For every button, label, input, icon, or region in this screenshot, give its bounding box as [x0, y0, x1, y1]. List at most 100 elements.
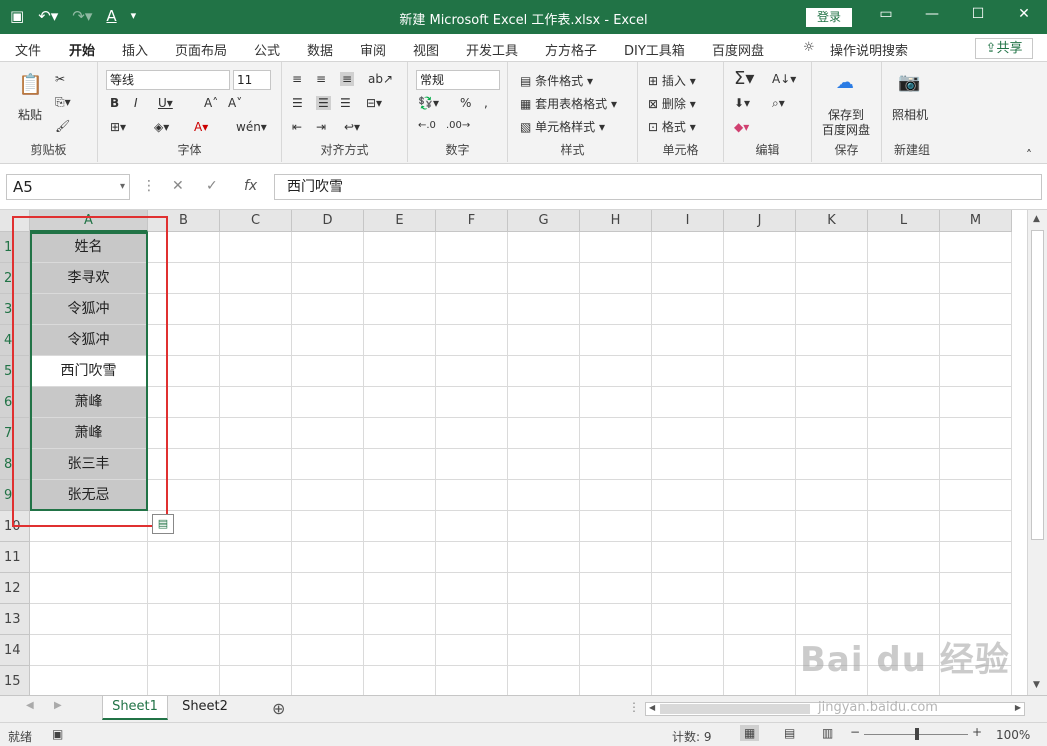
prev-sheet-icon[interactable]: ◀	[26, 700, 34, 711]
cell-c2[interactable]	[220, 263, 292, 294]
cell-h5[interactable]	[580, 356, 652, 387]
cell-i4[interactable]	[652, 325, 724, 356]
cell-c6[interactable]	[220, 387, 292, 418]
formula-input[interactable]: 西门吹雪	[274, 174, 1042, 200]
cell-f6[interactable]	[436, 387, 508, 418]
number-format-select[interactable]: 常规	[416, 70, 500, 90]
find-select-icon[interactable]: ⌕▾	[772, 96, 785, 111]
cell-g2[interactable]	[508, 263, 580, 294]
hscroll-thumb[interactable]	[660, 704, 810, 714]
cell-styles-button[interactable]: ▧ 单元格样式 ▾	[520, 118, 605, 135]
cell-l12[interactable]	[868, 573, 940, 604]
tab-formulas[interactable]: 公式	[254, 40, 280, 59]
cell-h7[interactable]	[580, 418, 652, 449]
align-middle-icon[interactable]: ≡	[316, 72, 326, 86]
cell-d9[interactable]	[292, 480, 364, 511]
normal-view-icon[interactable]: ▦	[740, 725, 760, 741]
tab-page-layout[interactable]: 页面布局	[175, 40, 227, 59]
cell-b13[interactable]	[148, 604, 220, 635]
align-bottom-icon[interactable]: ≡	[340, 72, 355, 86]
cell-h11[interactable]	[580, 542, 652, 573]
cell-f4[interactable]	[436, 325, 508, 356]
align-right-icon[interactable]: ☰	[340, 96, 351, 110]
bold-icon[interactable]: B	[110, 96, 119, 110]
cell-m6[interactable]	[940, 387, 1012, 418]
cell-d3[interactable]	[292, 294, 364, 325]
cell-c14[interactable]	[220, 635, 292, 666]
vertical-scrollbar[interactable]: ▲ ▼	[1027, 210, 1047, 695]
cell-i5[interactable]	[652, 356, 724, 387]
cell-i6[interactable]	[652, 387, 724, 418]
cell-g13[interactable]	[508, 604, 580, 635]
cell-l9[interactable]	[868, 480, 940, 511]
cell-f11[interactable]	[436, 542, 508, 573]
ribbon-display-icon[interactable]: ▭	[876, 6, 896, 22]
enter-icon[interactable]: ✓	[206, 178, 218, 194]
cell-e15[interactable]	[364, 666, 436, 695]
cell-a15[interactable]	[30, 666, 148, 695]
cell-j3[interactable]	[724, 294, 796, 325]
cell-i14[interactable]	[652, 635, 724, 666]
close-icon[interactable]: ✕	[1014, 6, 1034, 22]
cell-j7[interactable]	[724, 418, 796, 449]
cell-i3[interactable]	[652, 294, 724, 325]
underline-icon[interactable]: U▾	[158, 96, 173, 110]
row-header-11[interactable]: 11	[0, 542, 30, 573]
cell-i13[interactable]	[652, 604, 724, 635]
name-box[interactable]: A5 ▾	[6, 174, 130, 200]
cell-d10[interactable]	[292, 511, 364, 542]
cell-f15[interactable]	[436, 666, 508, 695]
cell-l11[interactable]	[868, 542, 940, 573]
cell-j8[interactable]	[724, 449, 796, 480]
cell-i7[interactable]	[652, 418, 724, 449]
cell-l3[interactable]	[868, 294, 940, 325]
tab-baidu-netdisk[interactable]: 百度网盘	[712, 40, 764, 59]
cell-i12[interactable]	[652, 573, 724, 604]
cell-h3[interactable]	[580, 294, 652, 325]
format-painter-icon[interactable]: 🖌	[55, 119, 70, 133]
camera-button[interactable]: 照相机	[892, 106, 928, 123]
cell-b12[interactable]	[148, 573, 220, 604]
cell-j10[interactable]	[724, 511, 796, 542]
cell-d8[interactable]	[292, 449, 364, 480]
cell-c7[interactable]	[220, 418, 292, 449]
cell-k1[interactable]	[796, 232, 868, 263]
cell-m12[interactable]	[940, 573, 1012, 604]
maximize-icon[interactable]: ☐	[968, 6, 988, 22]
cell-m5[interactable]	[940, 356, 1012, 387]
next-sheet-icon[interactable]: ▶	[54, 700, 62, 711]
scroll-right-icon[interactable]: ▶	[1015, 703, 1021, 712]
row-header-14[interactable]: 14	[0, 635, 30, 666]
cell-d7[interactable]	[292, 418, 364, 449]
camera-icon[interactable]: 📷	[898, 72, 920, 93]
page-layout-view-icon[interactable]: ▤	[784, 726, 795, 740]
scroll-left-icon[interactable]: ◀	[649, 703, 655, 712]
font-size-select[interactable]: 11	[233, 70, 271, 90]
italic-icon[interactable]: I	[134, 96, 138, 110]
cell-j12[interactable]	[724, 573, 796, 604]
cell-f14[interactable]	[436, 635, 508, 666]
tell-me-search[interactable]: 操作说明搜索	[830, 40, 908, 59]
row-header-13[interactable]: 13	[0, 604, 30, 635]
cell-c1[interactable]	[220, 232, 292, 263]
cut-icon[interactable]: ✂	[55, 72, 65, 86]
cell-i15[interactable]	[652, 666, 724, 695]
cell-d1[interactable]	[292, 232, 364, 263]
cell-g3[interactable]	[508, 294, 580, 325]
cell-m7[interactable]	[940, 418, 1012, 449]
cell-i8[interactable]	[652, 449, 724, 480]
cell-e12[interactable]	[364, 573, 436, 604]
cell-j4[interactable]	[724, 325, 796, 356]
tab-insert[interactable]: 插入	[122, 40, 148, 59]
cell-j1[interactable]	[724, 232, 796, 263]
cell-h2[interactable]	[580, 263, 652, 294]
cell-d15[interactable]	[292, 666, 364, 695]
cell-g11[interactable]	[508, 542, 580, 573]
cell-l4[interactable]	[868, 325, 940, 356]
cell-l6[interactable]	[868, 387, 940, 418]
paste-icon[interactable]: 📋	[18, 72, 43, 96]
cell-c10[interactable]	[220, 511, 292, 542]
cell-d13[interactable]	[292, 604, 364, 635]
cell-l2[interactable]	[868, 263, 940, 294]
cell-h12[interactable]	[580, 573, 652, 604]
